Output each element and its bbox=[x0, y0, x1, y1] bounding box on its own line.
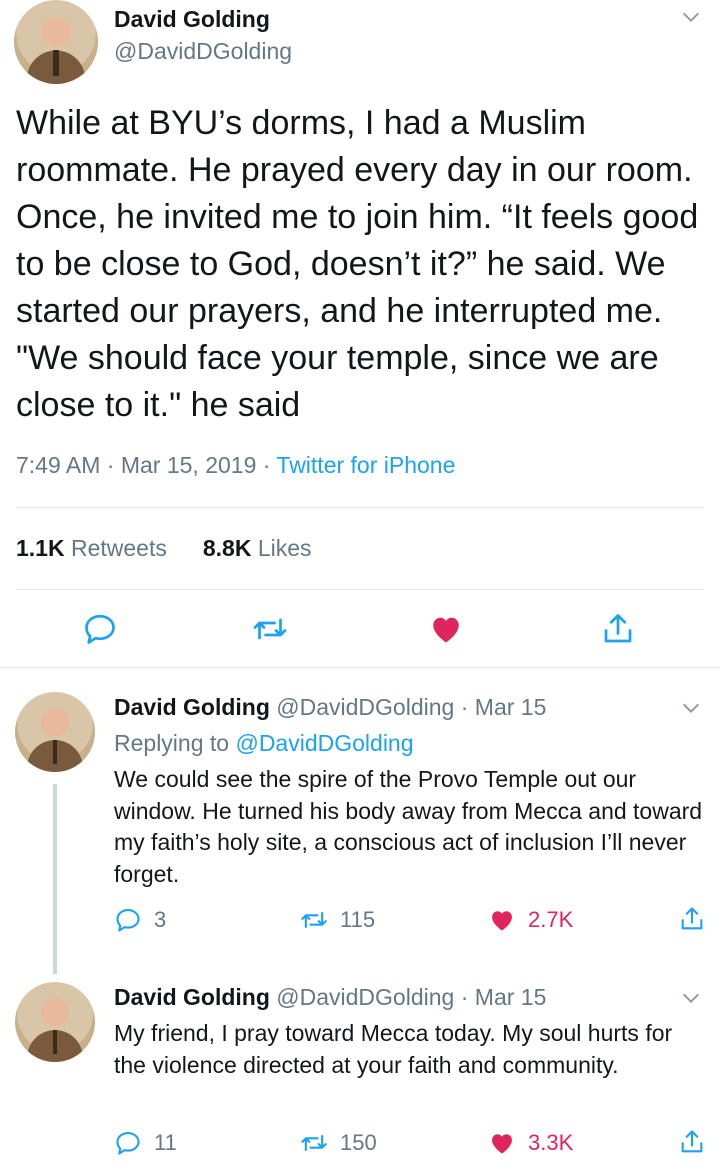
reply-date[interactable]: Mar 15 bbox=[475, 984, 547, 1010]
reply-icon bbox=[116, 909, 140, 932]
divider bbox=[0, 667, 720, 668]
tweet-time: 7:49 AM bbox=[16, 452, 101, 478]
reply-count: 11 bbox=[154, 1130, 177, 1155]
share-icon[interactable] bbox=[600, 611, 636, 647]
likes-stat[interactable]: 8.8K Likes bbox=[203, 535, 312, 561]
heart-icon[interactable] bbox=[428, 611, 464, 647]
reply-count: 3 bbox=[154, 907, 167, 932]
replying-to-prefix: Replying to bbox=[114, 730, 230, 756]
retweets-stat[interactable]: 1.1K Retweets bbox=[16, 535, 167, 561]
chevron-down-icon[interactable] bbox=[680, 697, 702, 719]
like-button[interactable]: 3.3K bbox=[488, 1128, 573, 1158]
retweets-count: 1.1K bbox=[16, 535, 65, 561]
thread-connector bbox=[53, 784, 57, 974]
reply-button[interactable]: 11 bbox=[114, 1128, 177, 1158]
chevron-down-icon[interactable] bbox=[680, 6, 702, 28]
divider bbox=[16, 507, 704, 508]
author-name[interactable]: David Golding bbox=[114, 694, 270, 720]
replying-to: Replying to @DavidDGolding bbox=[114, 730, 414, 757]
tweet-stats: 1.1K Retweets 8.8K Likes bbox=[16, 535, 312, 562]
author-name[interactable]: David Golding bbox=[114, 984, 270, 1010]
like-count: 2.7K bbox=[528, 907, 574, 932]
likes-label: Likes bbox=[257, 535, 312, 561]
meta-separator: · bbox=[460, 984, 469, 1010]
meta-separator: · bbox=[460, 694, 469, 720]
tweet-source-link[interactable]: Twitter for iPhone bbox=[276, 452, 455, 478]
reply-text: We could see the spire of the Provo Temp… bbox=[114, 766, 703, 887]
meta-separator: · bbox=[262, 452, 271, 478]
author-handle[interactable]: @DavidDGolding bbox=[276, 694, 454, 720]
share-icon bbox=[681, 1130, 703, 1153]
retweet-icon[interactable] bbox=[252, 611, 288, 647]
chevron-down-icon[interactable] bbox=[680, 987, 702, 1009]
author-name[interactable]: David Golding bbox=[114, 6, 270, 33]
retweet-count: 115 bbox=[340, 907, 376, 932]
author-avatar[interactable] bbox=[15, 692, 95, 772]
heart-icon bbox=[492, 911, 512, 931]
retweets-label: Retweets bbox=[70, 535, 167, 561]
reply-button[interactable]: 3 bbox=[114, 905, 166, 935]
retweet-button[interactable]: 115 bbox=[300, 905, 375, 935]
reply-header: David Golding @DavidDGolding · Mar 15 bbox=[114, 694, 546, 721]
like-button[interactable]: 2.7K bbox=[488, 905, 573, 935]
retweet-button[interactable]: 150 bbox=[300, 1128, 377, 1158]
share-button[interactable] bbox=[678, 1127, 718, 1157]
like-count: 3.3K bbox=[528, 1130, 574, 1155]
share-icon bbox=[681, 907, 703, 930]
meta-separator: · bbox=[106, 452, 115, 478]
retweet-count: 150 bbox=[340, 1130, 377, 1155]
tweet-date: Mar 15, 2019 bbox=[120, 452, 257, 478]
retweet-icon bbox=[301, 911, 327, 929]
author-avatar[interactable] bbox=[14, 0, 98, 84]
reply-icon[interactable] bbox=[82, 611, 118, 647]
likes-count: 8.8K bbox=[202, 535, 252, 561]
retweet-icon bbox=[301, 1134, 327, 1152]
reply-icon bbox=[116, 1132, 140, 1155]
heart-icon bbox=[492, 1134, 512, 1154]
share-button[interactable] bbox=[678, 904, 718, 934]
reply-header: David Golding @DavidDGolding · Mar 15 bbox=[114, 984, 546, 1011]
author-handle[interactable]: @DavidDGolding bbox=[276, 984, 454, 1010]
replying-to-handle[interactable]: @DavidDGolding bbox=[235, 730, 413, 756]
reply-date[interactable]: Mar 15 bbox=[475, 694, 547, 720]
divider bbox=[16, 589, 704, 590]
tweet-text: While at BYU’s dorms, I had a Muslim roo… bbox=[16, 104, 699, 424]
author-avatar[interactable] bbox=[15, 982, 95, 1062]
author-handle[interactable]: @DavidDGolding bbox=[114, 38, 292, 65]
tweet-meta: 7:49 AM · Mar 15, 2019 · Twitter for iPh… bbox=[16, 452, 455, 479]
reply-text: My friend, I pray toward Mecca today. My… bbox=[114, 1020, 673, 1078]
